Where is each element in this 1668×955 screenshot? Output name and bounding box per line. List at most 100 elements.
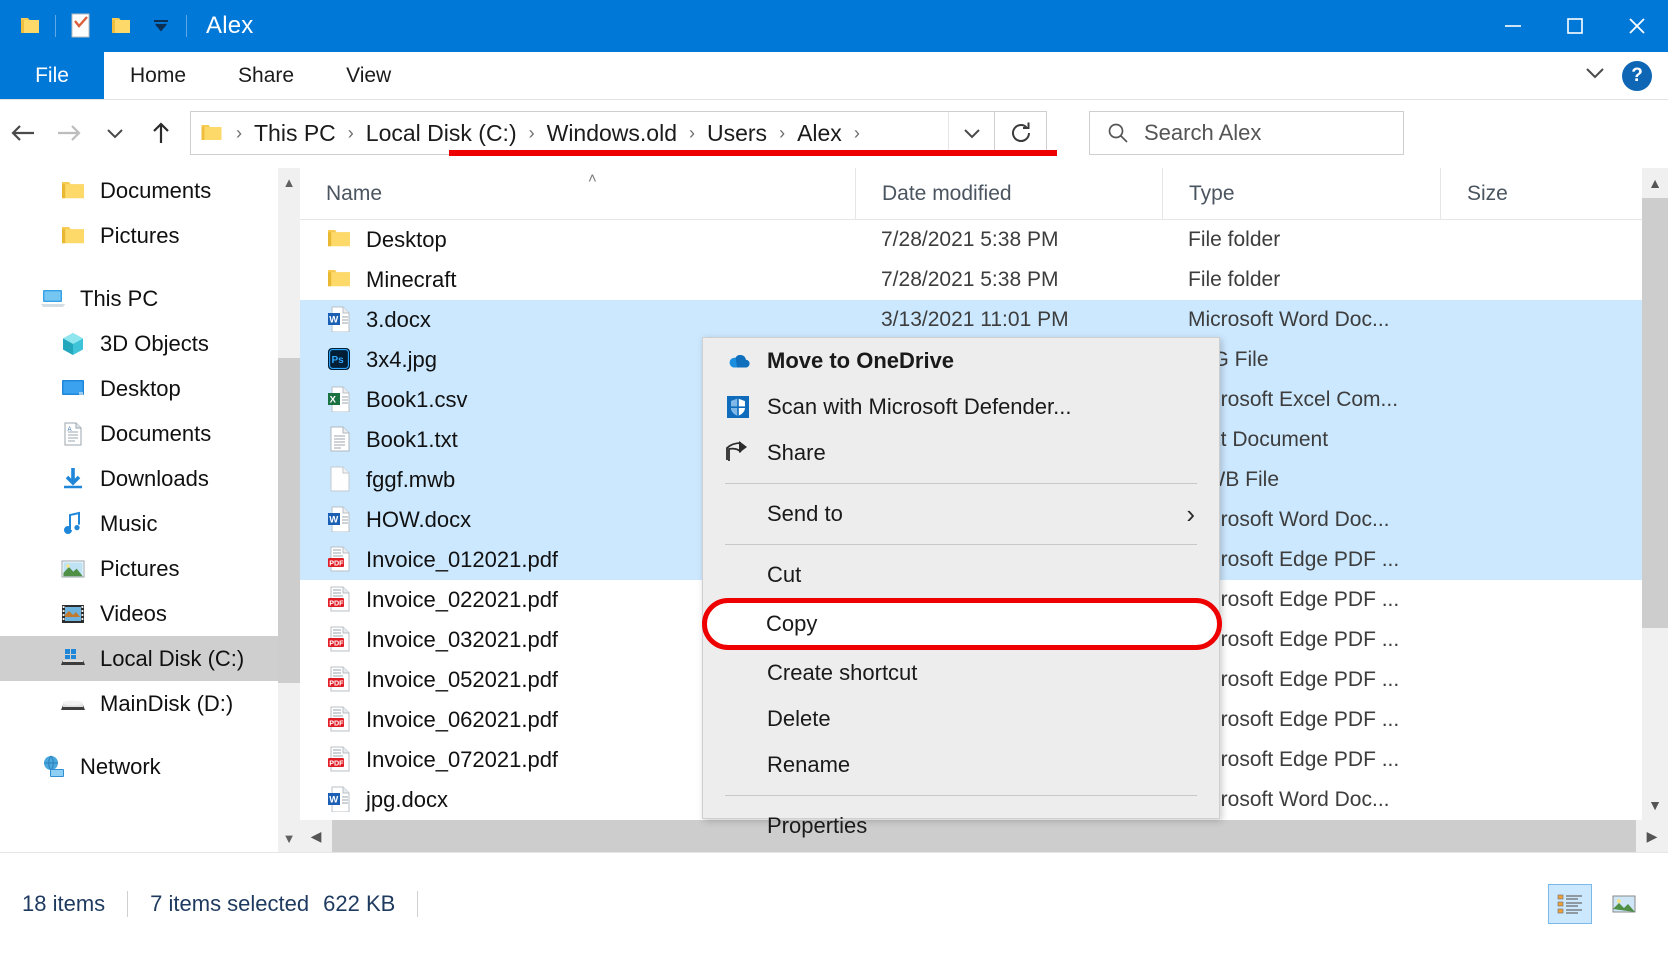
pdf-icon: PDF (326, 626, 352, 654)
help-icon[interactable]: ? (1622, 61, 1652, 91)
menu-item-label: Move to OneDrive (759, 348, 954, 374)
menu-item-copy[interactable]: Copy (702, 598, 1222, 650)
tab-file[interactable]: File (0, 52, 104, 99)
address-bar[interactable]: › This PC › Local Disk (C:) › Windows.ol… (190, 111, 995, 155)
file-name-label: fggf.mwb (366, 467, 455, 493)
folder-icon (326, 226, 352, 254)
file-scroll-up-icon[interactable]: ▲ (1642, 168, 1668, 198)
details-view-button[interactable] (1548, 884, 1592, 924)
search-input[interactable]: Search Alex (1089, 111, 1404, 155)
large-icons-view-button[interactable] (1602, 884, 1646, 924)
breadcrumb-item-windows-old[interactable]: Windows.old (543, 120, 681, 147)
refresh-icon[interactable] (995, 111, 1047, 155)
sidebar-item-3d-objects[interactable]: 3D Objects (0, 321, 300, 366)
file-list-vertical-scrollbar[interactable]: ▲ ▼ (1642, 168, 1668, 820)
file-scroll-left-icon[interactable]: ◀ (300, 820, 332, 852)
sidebar-item-this-pc[interactable]: This PC (0, 276, 300, 321)
file-name-label: Invoice_062021.pdf (366, 707, 558, 733)
pdf-icon: PDF (326, 546, 352, 574)
maximize-icon[interactable] (1544, 0, 1606, 52)
sidebar-item-label: Pictures (100, 223, 179, 249)
sidebar-item-downloads[interactable]: Downloads (0, 456, 300, 501)
svg-text:W: W (329, 795, 338, 806)
qat-new-folder-icon[interactable] (101, 6, 141, 46)
column-header-size[interactable]: Size (1440, 168, 1560, 219)
onedrive-icon (725, 346, 759, 376)
minimize-icon[interactable] (1482, 0, 1544, 52)
menu-item-create-shortcut[interactable]: Create shortcut (703, 650, 1219, 696)
defender-shield-icon (725, 392, 759, 422)
svg-text:PDF: PDF (329, 678, 344, 687)
nav-scroll-up-icon[interactable]: ▲ (278, 168, 300, 196)
breadcrumb-item-users[interactable]: Users (703, 120, 771, 147)
sidebar-item-local-disk-c[interactable]: Local Disk (C:) (0, 636, 300, 681)
expand-ribbon-chevron-down-icon[interactable] (1582, 65, 1608, 86)
breadcrumb-item-alex[interactable]: Alex (793, 120, 846, 147)
sidebar-item-label: Music (100, 511, 157, 537)
file-scroll-thumb[interactable] (1642, 198, 1668, 628)
table-row[interactable]: Minecraft7/28/2021 5:38 PMFile folder (300, 260, 1668, 300)
menu-item-scan-with-microsoft-defender[interactable]: Scan with Microsoft Defender... (703, 384, 1219, 430)
qat-divider (55, 15, 56, 37)
sidebar-item-desktop[interactable]: Desktop (0, 366, 300, 411)
search-placeholder: Search Alex (1144, 120, 1261, 146)
file-name-label: Invoice_012021.pdf (366, 547, 558, 573)
file-name-label: Minecraft (366, 267, 456, 293)
sidebar-item-music[interactable]: Music (0, 501, 300, 546)
qat-folder-icon[interactable] (10, 6, 50, 46)
address-dropdown-chevron-down-icon[interactable] (948, 112, 994, 154)
file-scroll-right-icon[interactable]: ▶ (1636, 820, 1668, 852)
close-icon[interactable] (1606, 0, 1668, 52)
menu-item-properties[interactable]: Properties (703, 803, 1219, 849)
table-row[interactable]: W3.docx3/13/2021 11:01 PMMicrosoft Word … (300, 300, 1668, 340)
pdf-icon: PDF (326, 706, 352, 734)
file-name-label: Invoice_022021.pdf (366, 587, 558, 613)
breadcrumb-folder-icon (199, 122, 228, 144)
sidebar-item-label: Videos (100, 601, 167, 627)
breadcrumb-item-this-pc[interactable]: This PC (250, 120, 340, 147)
sidebar-item-documents[interactable]: ADocuments (0, 411, 300, 456)
sidebar-item-pictures[interactable]: Pictures (0, 213, 300, 258)
table-row[interactable]: Desktop7/28/2021 5:38 PMFile folder (300, 220, 1668, 260)
qat-chevron-down-icon[interactable] (141, 6, 181, 46)
tab-share[interactable]: Share (212, 52, 320, 99)
back-arrow-icon[interactable] (0, 110, 46, 156)
menu-item-label: Scan with Microsoft Defender... (759, 394, 1071, 420)
context-menu[interactable]: Move to OneDrive Scan with Microsoft Defe… (702, 337, 1220, 819)
menu-item-send-to[interactable]: Send to› (703, 491, 1219, 537)
breadcrumb: › This PC › Local Disk (C:) › Windows.ol… (191, 112, 868, 154)
menu-item-share[interactable]: Share (703, 430, 1219, 476)
menu-item-move-to-onedrive[interactable]: Move to OneDrive (703, 338, 1219, 384)
pictures-icon (60, 556, 86, 582)
svg-text:PDF: PDF (329, 718, 344, 727)
menu-item-rename[interactable]: Rename (703, 742, 1219, 788)
nav-scroll-down-icon[interactable]: ▼ (278, 824, 300, 852)
sidebar-item-documents[interactable]: Documents (0, 168, 300, 213)
file-name-label: Book1.txt (366, 427, 458, 453)
column-header-date-modified[interactable]: Date modified (855, 168, 1162, 219)
sidebar-item-videos[interactable]: Videos (0, 591, 300, 636)
column-header-row: ˄ Name Date modified Type Size (300, 168, 1668, 220)
svg-text:X: X (330, 395, 337, 406)
file-scroll-down-icon[interactable]: ▼ (1642, 790, 1668, 820)
navigation-scrollbar[interactable]: ▲ ▼ (278, 168, 300, 852)
sidebar-item-pictures[interactable]: Pictures (0, 546, 300, 591)
recent-locations-chevron-down-icon[interactable] (92, 110, 138, 156)
menu-item-cut[interactable]: Cut (703, 552, 1219, 598)
breadcrumb-separator-4: › (771, 123, 793, 144)
qat-properties-icon[interactable] (61, 6, 101, 46)
sidebar-item-network[interactable]: Network (0, 744, 300, 789)
column-header-type[interactable]: Type (1162, 168, 1440, 219)
up-arrow-icon[interactable] (138, 110, 184, 156)
menu-item-delete[interactable]: Delete (703, 696, 1219, 742)
pdf-icon: PDF (326, 746, 352, 774)
column-header-name[interactable]: Name (300, 168, 855, 219)
tab-home[interactable]: Home (104, 52, 212, 99)
nav-scroll-thumb[interactable] (278, 358, 300, 683)
sidebar-item-maindisk-d[interactable]: MainDisk (D:) (0, 681, 300, 726)
svg-text:W: W (329, 315, 338, 326)
title-bar: Alex (0, 0, 1668, 52)
menu-item-label: Rename (725, 752, 850, 778)
tab-view[interactable]: View (320, 52, 417, 99)
breadcrumb-item-local-disk-c[interactable]: Local Disk (C:) (362, 120, 521, 147)
